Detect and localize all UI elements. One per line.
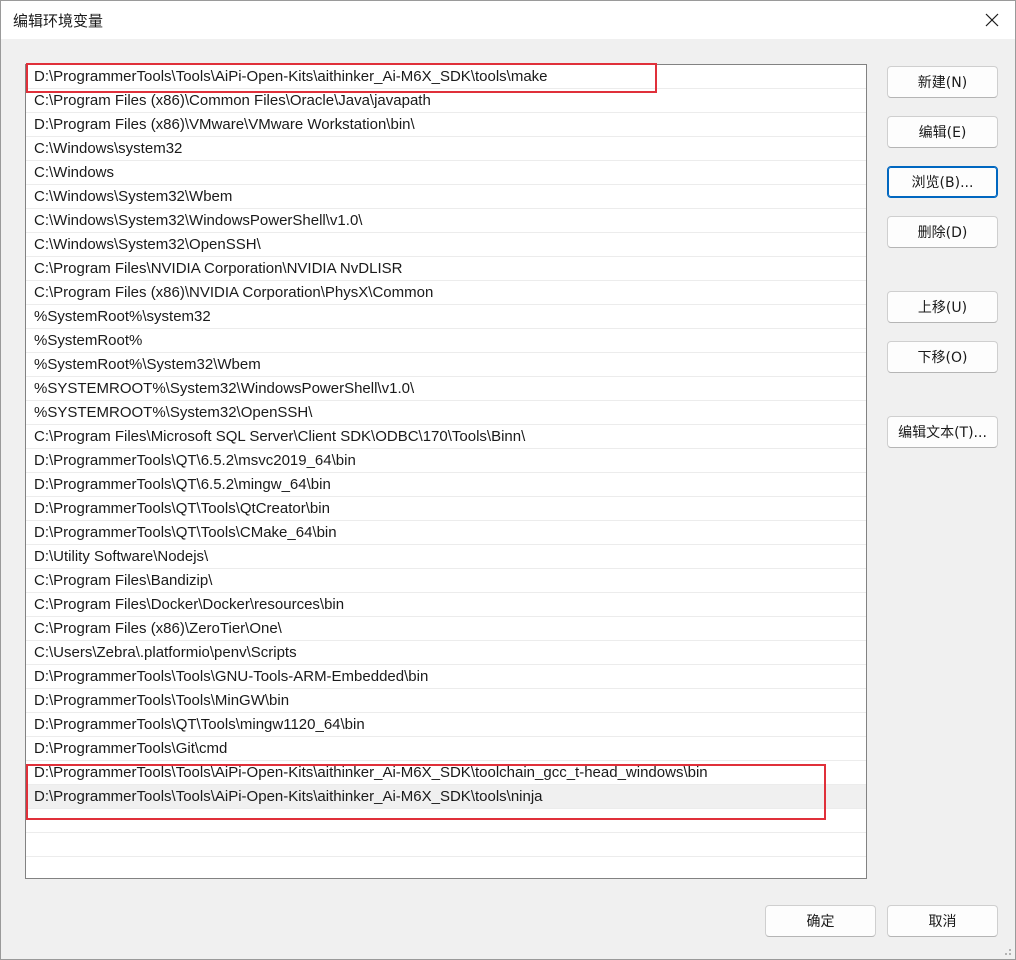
path-list-item[interactable]: D:\ProgrammerTools\Tools\AiPi-Open-Kits\… (26, 785, 866, 809)
edit-env-variable-dialog: 编辑环境变量 D:\ProgrammerTools\Tools\AiPi-Ope… (0, 0, 1016, 960)
dialog-title: 编辑环境变量 (13, 13, 104, 30)
path-list-item[interactable]: D:\ProgrammerTools\Tools\AiPi-Open-Kits\… (26, 65, 866, 89)
path-list-item[interactable]: D:\ProgrammerTools\QT\Tools\QtCreator\bi… (26, 497, 866, 521)
path-list-item[interactable]: %SYSTEMROOT%\System32\WindowsPowerShell\… (26, 377, 866, 401)
path-list-item[interactable]: D:\ProgrammerTools\Tools\MinGW\bin (26, 689, 866, 713)
path-list-item[interactable]: D:\Utility Software\Nodejs\ (26, 545, 866, 569)
path-list[interactable]: D:\ProgrammerTools\Tools\AiPi-Open-Kits\… (25, 64, 867, 879)
path-list-item[interactable]: C:\Windows\System32\Wbem (26, 185, 866, 209)
empty-list-item[interactable] (26, 809, 866, 833)
new-button[interactable]: 新建(N) (887, 66, 998, 98)
title-bar[interactable]: 编辑环境变量 (1, 1, 1015, 39)
path-list-item[interactable]: C:\Program Files (x86)\Common Files\Orac… (26, 89, 866, 113)
path-list-item[interactable]: %SystemRoot%\system32 (26, 305, 866, 329)
path-list-item[interactable]: D:\Program Files (x86)\VMware\VMware Wor… (26, 113, 866, 137)
edit-button[interactable]: 编辑(E) (887, 116, 998, 148)
path-list-item[interactable]: D:\ProgrammerTools\Git\cmd (26, 737, 866, 761)
cancel-button[interactable]: 取消 (887, 905, 998, 937)
path-list-item[interactable]: D:\ProgrammerTools\QT\6.5.2\mingw_64\bin (26, 473, 866, 497)
path-list-item[interactable]: D:\ProgrammerTools\QT\Tools\mingw1120_64… (26, 713, 866, 737)
delete-button[interactable]: 删除(D) (887, 216, 998, 248)
path-list-item[interactable]: C:\Windows\system32 (26, 137, 866, 161)
path-list-item[interactable]: %SystemRoot% (26, 329, 866, 353)
move-up-button[interactable]: 上移(U) (887, 291, 998, 323)
close-icon (985, 13, 999, 27)
path-list-item[interactable]: C:\Windows\System32\WindowsPowerShell\v1… (26, 209, 866, 233)
move-down-button[interactable]: 下移(O) (887, 341, 998, 373)
path-list-item[interactable]: C:\Program Files\NVIDIA Corporation\NVID… (26, 257, 866, 281)
resize-grip-icon[interactable] (1002, 946, 1012, 956)
path-list-item[interactable]: C:\Program Files\Docker\Docker\resources… (26, 593, 866, 617)
ok-button[interactable]: 确定 (765, 905, 876, 937)
path-list-item[interactable]: D:\ProgrammerTools\Tools\AiPi-Open-Kits\… (26, 761, 866, 785)
empty-list-item[interactable] (26, 833, 866, 857)
path-list-item[interactable]: %SystemRoot%\System32\Wbem (26, 353, 866, 377)
path-list-item[interactable]: D:\ProgrammerTools\QT\Tools\CMake_64\bin (26, 521, 866, 545)
browse-button[interactable]: 浏览(B)... (887, 166, 998, 198)
path-list-item[interactable]: C:\Users\Zebra\.platformio\penv\Scripts (26, 641, 866, 665)
path-list-item[interactable]: C:\Program Files\Bandizip\ (26, 569, 866, 593)
path-list-item[interactable]: C:\Program Files\Microsoft SQL Server\Cl… (26, 425, 866, 449)
path-list-item[interactable]: C:\Program Files (x86)\ZeroTier\One\ (26, 617, 866, 641)
path-list-item[interactable]: C:\Program Files (x86)\NVIDIA Corporatio… (26, 281, 866, 305)
path-list-item[interactable]: C:\Windows (26, 161, 866, 185)
path-list-item[interactable]: C:\Windows\System32\OpenSSH\ (26, 233, 866, 257)
path-list-item[interactable]: %SYSTEMROOT%\System32\OpenSSH\ (26, 401, 866, 425)
edit-text-button[interactable]: 编辑文本(T)... (887, 416, 998, 448)
dialog-body: D:\ProgrammerTools\Tools\AiPi-Open-Kits\… (1, 39, 1015, 959)
path-list-item[interactable]: D:\ProgrammerTools\Tools\GNU-Tools-ARM-E… (26, 665, 866, 689)
close-button[interactable] (969, 1, 1015, 39)
path-list-item[interactable]: D:\ProgrammerTools\QT\6.5.2\msvc2019_64\… (26, 449, 866, 473)
